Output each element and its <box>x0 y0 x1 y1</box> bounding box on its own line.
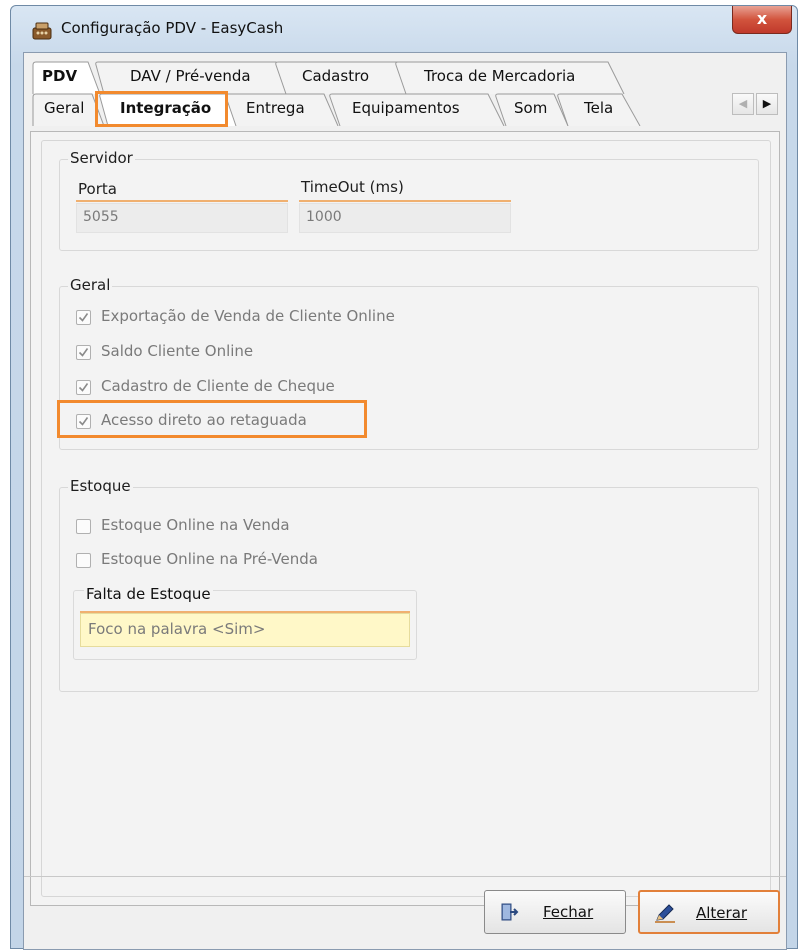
check-estoque-pre-venda[interactable]: Estoque Online na Pré-Venda <box>76 550 476 574</box>
porta-field[interactable]: 5055 <box>76 203 288 233</box>
timeout-underline <box>299 200 511 202</box>
tab-entrega-label: Entrega <box>246 99 305 117</box>
tab-cadastro-label: Cadastro <box>302 67 370 85</box>
tab-content-inner: Servidor Porta 5055 TimeOut (ms) 1000 Ge… <box>41 140 771 897</box>
check-label: Exportação de Venda de Cliente Online <box>101 307 395 325</box>
checkbox-checked-icon[interactable] <box>76 310 91 325</box>
porta-label: Porta <box>78 180 117 198</box>
tab-tela-label: Tela <box>584 99 614 117</box>
tab-som-label: Som <box>514 99 548 117</box>
exit-door-icon <box>499 902 519 926</box>
check-label: Cadastro de Cliente de Cheque <box>101 377 335 395</box>
pencil-icon <box>654 903 676 927</box>
window-title: Configuração PDV - EasyCash <box>61 19 284 37</box>
tab-scroll: ◀ ▶ <box>732 93 778 117</box>
tab-equipamentos-label: Equipamentos <box>352 99 460 117</box>
checkbox-checked-icon[interactable] <box>76 345 91 360</box>
alterar-button[interactable]: Alterar <box>638 890 780 934</box>
tab-entrega[interactable]: Entrega <box>224 93 344 126</box>
fechar-label: Fechar <box>543 903 594 921</box>
fechar-button[interactable]: Fechar <box>484 890 626 934</box>
tab-pdv[interactable]: PDV <box>32 61 102 94</box>
tab-pdv-label: PDV <box>42 67 78 85</box>
title-bar[interactable]: Configuração PDV - EasyCash x <box>11 6 797 52</box>
check-exportacao-venda[interactable]: Exportação de Venda de Cliente Online <box>76 307 476 331</box>
tab-dav-label: DAV / Pré-venda <box>130 67 251 85</box>
bottom-separator <box>24 876 786 877</box>
tab-scroll-right-icon[interactable]: ▶ <box>756 93 778 115</box>
integracao-tab-highlight <box>95 91 228 127</box>
check-label: Saldo Cliente Online <box>101 342 254 360</box>
check-estoque-venda[interactable]: Estoque Online na Venda <box>76 516 476 540</box>
geral-title: Geral <box>68 276 113 294</box>
tab-geral-label: Geral <box>44 99 85 117</box>
tab-content-integracao: Servidor Porta 5055 TimeOut (ms) 1000 Ge… <box>30 131 780 906</box>
falta-estoque-title: Falta de Estoque <box>84 585 213 603</box>
timeout-field[interactable]: 1000 <box>299 203 511 233</box>
falta-estoque-field[interactable]: Foco na palavra <Sim> <box>80 613 410 647</box>
checkbox-checked-icon[interactable] <box>76 380 91 395</box>
servidor-group: Servidor Porta 5055 TimeOut (ms) 1000 <box>59 149 759 251</box>
estoque-title: Estoque <box>68 477 133 495</box>
timeout-label: TimeOut (ms) <box>301 178 404 196</box>
check-saldo-cliente[interactable]: Saldo Cliente Online <box>76 342 476 366</box>
tab-equipamentos[interactable]: Equipamentos <box>328 93 510 126</box>
check-label: Estoque Online na Pré-Venda <box>101 550 318 568</box>
check-cadastro-cheque[interactable]: Cadastro de Cliente de Cheque <box>76 377 476 401</box>
tab-troca-mercadoria[interactable]: Troca de Mercadoria <box>394 61 626 94</box>
config-window: Configuração PDV - EasyCash x PDV DAV / … <box>10 5 798 950</box>
acesso-direto-highlight <box>57 400 367 438</box>
alterar-label: Alterar <box>696 904 748 922</box>
tab-cadastro[interactable]: Cadastro <box>274 61 414 94</box>
tab-tela[interactable]: Tela <box>556 93 646 126</box>
client-area: PDV DAV / Pré-venda Cadastro Troca de Me… <box>23 52 787 950</box>
servidor-title: Servidor <box>68 149 135 167</box>
close-button[interactable]: x <box>732 6 792 34</box>
checkbox-unchecked-icon[interactable] <box>76 553 91 568</box>
tab-troca-label: Troca de Mercadoria <box>424 67 576 85</box>
close-icon: x <box>756 9 768 28</box>
tab-dav-pre-venda[interactable]: DAV / Pré-venda <box>94 61 294 94</box>
estoque-group: Estoque Estoque Online na Venda Estoque … <box>59 477 759 692</box>
falta-estoque-group: Falta de Estoque Foco na palavra <Sim> <box>73 585 417 660</box>
tab-scroll-left-icon[interactable]: ◀ <box>732 93 754 115</box>
app-cash-register-icon <box>31 20 53 42</box>
check-label: Estoque Online na Venda <box>101 516 290 534</box>
checkbox-unchecked-icon[interactable] <box>76 519 91 534</box>
tab-row-primary: PDV DAV / Pré-venda Cadastro Troca de Me… <box>24 61 788 94</box>
porta-underline <box>76 200 288 202</box>
